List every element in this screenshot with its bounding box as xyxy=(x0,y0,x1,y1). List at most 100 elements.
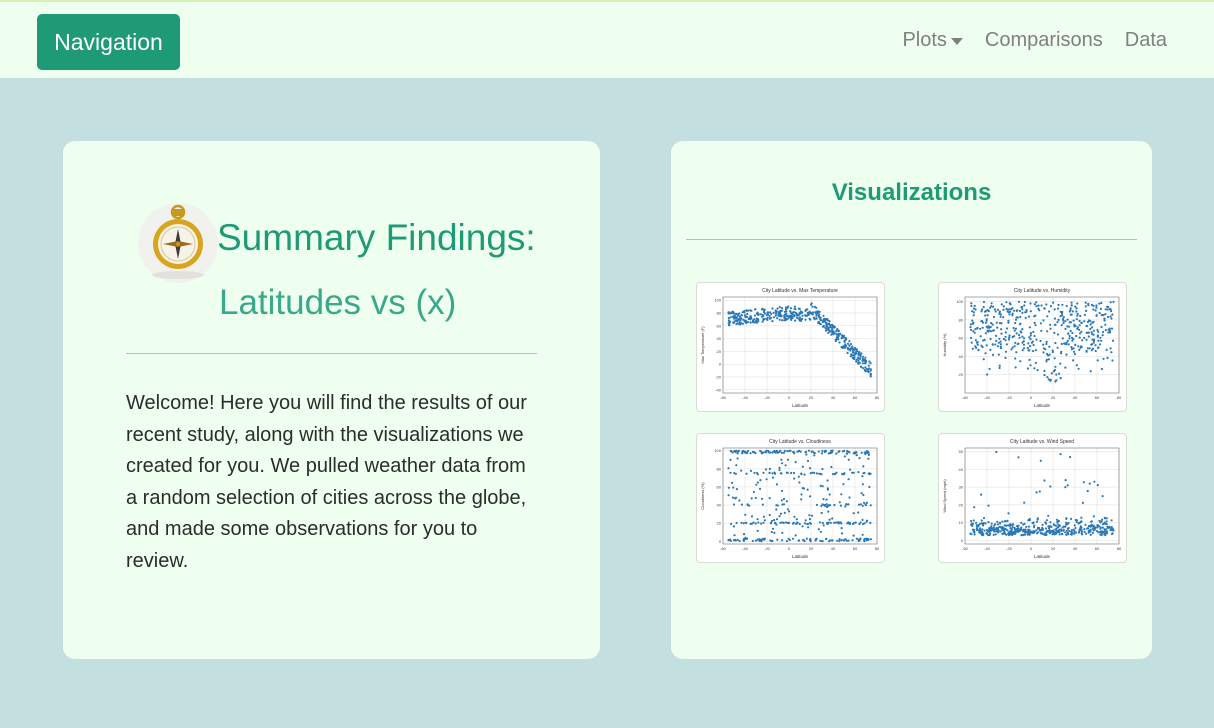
data-point xyxy=(1015,525,1019,528)
data-point xyxy=(1046,330,1049,333)
temperature-plot-thumbnail[interactable]: City Latitude vs. Max Temperature -60 -40 -… xyxy=(696,282,885,412)
data-point xyxy=(749,469,753,472)
data-point xyxy=(1002,316,1005,319)
data-point xyxy=(1062,321,1065,324)
data-point xyxy=(1017,333,1021,336)
data-point xyxy=(821,449,824,453)
data-point xyxy=(1056,521,1059,524)
data-point xyxy=(1084,305,1087,308)
data-point xyxy=(1014,528,1017,531)
data-point xyxy=(1021,349,1024,352)
data-point xyxy=(818,521,822,524)
data-point xyxy=(786,450,789,453)
data-point xyxy=(1015,332,1018,335)
data-point xyxy=(984,321,987,324)
data-point xyxy=(1110,532,1114,536)
data-point xyxy=(1065,517,1068,520)
data-point xyxy=(1054,341,1057,345)
data-point xyxy=(1104,323,1107,326)
data-point xyxy=(1098,302,1101,305)
data-point xyxy=(794,534,797,537)
data-point xyxy=(1035,491,1038,494)
data-point xyxy=(851,471,854,474)
data-point xyxy=(978,529,981,532)
data-point xyxy=(1062,529,1065,532)
data-point xyxy=(1031,530,1034,533)
data-point xyxy=(815,503,819,506)
data-point xyxy=(823,317,826,321)
data-point xyxy=(1014,318,1018,321)
data-point xyxy=(835,452,838,455)
data-point xyxy=(847,450,850,453)
data-point xyxy=(986,309,989,312)
nav-plots-dropdown[interactable]: Plots xyxy=(902,29,963,52)
data-point xyxy=(756,529,759,532)
data-point xyxy=(863,540,866,543)
data-point xyxy=(970,304,973,308)
data-point xyxy=(1087,531,1090,534)
data-point xyxy=(769,311,772,314)
data-point xyxy=(982,300,986,304)
data-point xyxy=(732,503,736,506)
data-point xyxy=(1042,351,1045,354)
data-point xyxy=(1105,520,1108,523)
data-point xyxy=(779,472,782,475)
data-point xyxy=(1033,367,1036,370)
data-point xyxy=(1080,321,1083,324)
data-point xyxy=(869,368,872,371)
nav-data-link[interactable]: Data xyxy=(1125,29,1167,52)
data-point xyxy=(992,526,995,529)
data-point xyxy=(754,452,757,455)
data-point xyxy=(756,481,759,484)
data-point xyxy=(990,525,993,528)
data-point xyxy=(869,372,872,375)
data-point xyxy=(863,471,866,475)
data-point xyxy=(763,538,766,541)
data-point xyxy=(1056,333,1059,336)
data-point xyxy=(1055,379,1058,382)
data-point xyxy=(795,518,798,521)
data-point xyxy=(844,343,847,346)
humidity-plot-thumbnail[interactable]: City Latitude vs. Humidity -60 -40 -20 0 20 40… xyxy=(938,282,1127,412)
data-point xyxy=(982,339,985,342)
data-point xyxy=(855,537,858,540)
cloudiness-plot-thumbnail[interactable]: City Latitude vs. Cloudiness -60 -40 -20 0 20… xyxy=(696,433,885,563)
data-point xyxy=(973,304,976,307)
data-point xyxy=(785,318,788,321)
data-point xyxy=(778,515,781,518)
data-point xyxy=(839,504,842,507)
data-point xyxy=(1049,485,1052,488)
data-point xyxy=(1106,532,1109,535)
data-point xyxy=(737,318,740,321)
data-point xyxy=(1039,339,1042,343)
data-point xyxy=(1005,528,1008,531)
plot-frame xyxy=(722,447,878,545)
data-point xyxy=(808,514,811,517)
data-point xyxy=(738,499,741,502)
data-point xyxy=(831,517,834,520)
data-point xyxy=(1091,338,1094,341)
data-point xyxy=(762,521,765,524)
data-point xyxy=(1107,306,1110,309)
data-point xyxy=(788,510,791,513)
data-point xyxy=(1000,332,1003,335)
data-point xyxy=(1017,456,1020,459)
data-point xyxy=(1014,321,1017,325)
x-tick-label: 60 xyxy=(853,395,858,400)
data-point xyxy=(1023,304,1026,307)
data-point xyxy=(1080,345,1083,348)
x-tick-label: 40 xyxy=(831,395,836,400)
data-point xyxy=(1035,301,1038,304)
data-point xyxy=(760,497,764,500)
data-point xyxy=(760,452,763,455)
data-point xyxy=(1015,351,1018,354)
wind-speed-plot-thumbnail[interactable]: City Latitude vs. Wind Speed -60 -40 -20 0 20… xyxy=(938,433,1127,563)
data-point xyxy=(1091,333,1094,336)
data-point xyxy=(992,305,995,308)
data-point xyxy=(997,341,1000,344)
data-point xyxy=(1021,335,1024,338)
nav-comparisons-link[interactable]: Comparisons xyxy=(985,29,1103,52)
data-point xyxy=(1059,362,1062,365)
navigation-brand-button[interactable]: Navigation xyxy=(37,14,180,70)
nav-links: Plots Comparisons Data xyxy=(902,29,1167,52)
